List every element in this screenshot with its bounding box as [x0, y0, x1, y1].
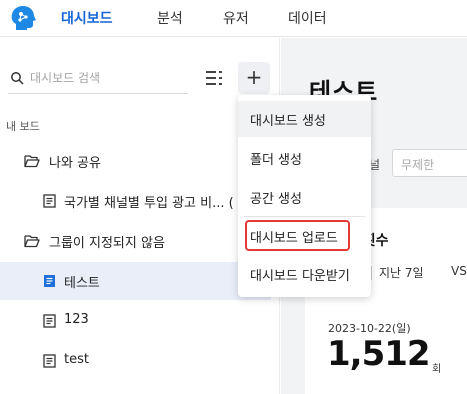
- menu-item-label: 대시보드 업로드: [250, 231, 338, 246]
- section-label-my-boards: 내 보드: [6, 120, 40, 133]
- menu-item-label: 공간 생성: [250, 192, 302, 207]
- plus-icon: +: [245, 65, 263, 89]
- nav-tab-data[interactable]: 데이터: [288, 8, 327, 28]
- top-nav-bar: 대시보드 분석 유저 데이터: [0, 0, 467, 37]
- tree-item-label: 나와 공유: [49, 156, 101, 171]
- card-unit: 회: [432, 364, 442, 375]
- tree-item-label: 123: [64, 312, 89, 327]
- menu-item-create-dashboard[interactable]: 대시보드 생성: [238, 101, 371, 137]
- nav-tab-dashboard[interactable]: 대시보드: [61, 8, 113, 28]
- card-value: 1,512: [327, 334, 431, 374]
- add-dropdown-menu: 대시보드 생성 폴더 생성 공간 생성 대시보드 업로드 대시보드 다운받기: [238, 95, 371, 297]
- search-input[interactable]: [30, 66, 186, 90]
- tree-item-country-channel-ad[interactable]: 국가별 채널별 투입 광고 비... (: [0, 182, 271, 220]
- menu-item-create-folder[interactable]: 폴더 생성: [238, 140, 371, 176]
- document-icon: [43, 314, 56, 328]
- period-tab-last-7-days[interactable]: 지난 7일: [379, 264, 424, 281]
- filter-placeholder: 무제한: [401, 158, 435, 172]
- dashboard-search: [8, 62, 188, 94]
- tree-item-label: 그룹이 지정되지 않음: [49, 236, 165, 251]
- list-view-icon[interactable]: [204, 68, 226, 88]
- period-tab-vs[interactable]: VS: [451, 264, 467, 278]
- nav-tab-analysis[interactable]: 분석: [157, 8, 183, 28]
- filter-input[interactable]: 무제한: [392, 149, 467, 177]
- period-divider: [371, 266, 372, 280]
- folder-open-icon: [24, 155, 40, 168]
- nav-tab-users[interactable]: 유저: [223, 8, 249, 28]
- menu-item-label: 대시보드 다운받기: [250, 269, 350, 284]
- menu-item-download-dashboard[interactable]: 대시보드 다운받기: [238, 256, 371, 292]
- menu-item-create-space[interactable]: 공간 생성: [238, 179, 371, 215]
- tree-item-label: test: [64, 352, 89, 367]
- tree-item-test-lowercase[interactable]: test: [0, 342, 271, 380]
- search-icon: [11, 72, 24, 85]
- add-button[interactable]: +: [238, 62, 270, 94]
- tree-item-label: 국가별 채널별 투입 광고 비... (: [64, 196, 234, 211]
- menu-item-label: 대시보드 생성: [250, 114, 326, 129]
- tree-item-label: 테스트: [64, 276, 100, 291]
- tree-item-123[interactable]: 123: [0, 302, 271, 340]
- menu-item-label: 폴더 생성: [250, 153, 302, 168]
- tree-item-ungrouped[interactable]: 그룹이 지정되지 않음: [0, 222, 271, 260]
- brain-head-logo-icon[interactable]: [8, 4, 38, 34]
- menu-divider: [244, 216, 365, 217]
- dashboard-document-icon: [44, 275, 55, 287]
- menu-item-upload-dashboard[interactable]: 대시보드 업로드: [238, 218, 371, 254]
- document-icon: [43, 354, 56, 368]
- document-icon: [43, 194, 56, 208]
- tree-item-test-selected[interactable]: 테스트: [0, 262, 271, 300]
- tree-item-shared-with-me[interactable]: 나와 공유: [0, 142, 271, 180]
- folder-open-icon: [24, 235, 40, 248]
